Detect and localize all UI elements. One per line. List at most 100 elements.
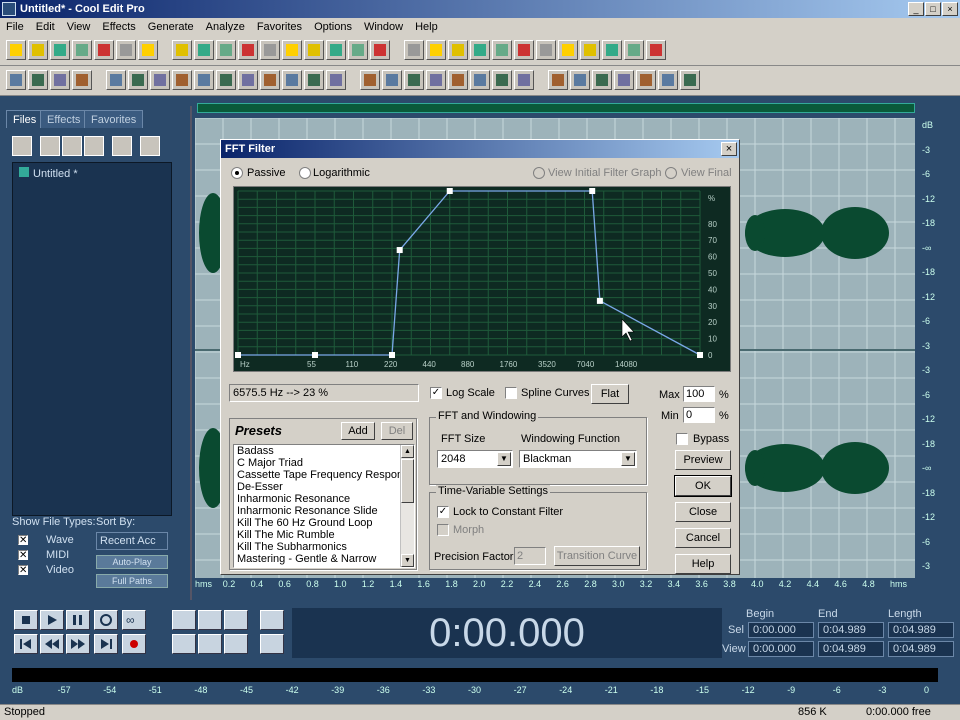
select-icon[interactable] [426, 40, 446, 60]
delete-preset-button[interactable]: Del [381, 422, 413, 440]
zoom-to-left-icon[interactable] [172, 634, 196, 654]
overview-bar[interactable] [197, 103, 915, 113]
reverb-icon[interactable] [150, 70, 170, 90]
help-button[interactable]: Help [675, 554, 731, 574]
properties-icon[interactable] [536, 40, 556, 60]
help-icon[interactable] [580, 40, 600, 60]
close-file-icon[interactable] [40, 136, 60, 156]
insert-icon[interactable] [348, 40, 368, 60]
click-icon[interactable] [592, 70, 612, 90]
redo-icon[interactable] [172, 40, 192, 60]
mix-paste-icon[interactable] [260, 40, 280, 60]
menu-view[interactable]: View [61, 18, 97, 36]
chevron-down-icon[interactable]: ▼ [621, 452, 635, 466]
lock-constant-checkbox[interactable]: ✓ [437, 506, 449, 518]
sort-by-select[interactable]: Recent Acc [96, 532, 168, 550]
scroll-icon[interactable] [492, 40, 512, 60]
preset-item[interactable]: Kill The 60 Hz Ground Loop [234, 517, 414, 529]
snap-icon[interactable] [514, 40, 534, 60]
zoom-out-horizontal-icon[interactable] [198, 610, 222, 630]
go-to-start-button[interactable] [14, 634, 38, 654]
loop-icon[interactable] [470, 40, 490, 60]
insert-icon[interactable] [62, 136, 82, 156]
app-icon[interactable] [2, 2, 16, 16]
close-button[interactable]: Close [675, 502, 731, 522]
transition-curve-button[interactable]: Transition Curve [554, 546, 640, 566]
type-midi-checkbox[interactable]: ✕ [18, 550, 28, 561]
clip-icon[interactable] [326, 40, 346, 60]
play-button[interactable] [40, 610, 64, 630]
stretch-icon[interactable] [238, 70, 258, 90]
tab-effects[interactable]: Effects [40, 110, 88, 128]
zoom-view-icon[interactable] [646, 40, 666, 60]
filter-control-point[interactable] [446, 188, 453, 194]
open-file-icon[interactable] [12, 136, 32, 156]
fast-forward-button[interactable] [66, 634, 90, 654]
flanger-icon[interactable] [172, 70, 192, 90]
preset-item[interactable]: De-Esser [234, 481, 414, 493]
sel-length-field[interactable]: 0:04.989 [888, 622, 954, 638]
view-final-radio[interactable] [665, 167, 677, 179]
scroll-thumb[interactable] [401, 459, 414, 503]
clip-restore-icon[interactable] [614, 70, 634, 90]
menu-analyze[interactable]: Analyze [200, 18, 251, 36]
menu-edit[interactable]: Edit [30, 18, 61, 36]
rewind-button[interactable] [40, 634, 64, 654]
options-icon[interactable] [112, 136, 132, 156]
stop-button[interactable] [14, 610, 38, 630]
filter-graph[interactable]: % 80 70 60 50 40 30 20 10 0 Hz 55 110 220 440 880 1760 35… [233, 186, 731, 372]
preset-item[interactable]: Mastering - Gentle & Narrow [234, 553, 414, 565]
zoom-to-right-icon[interactable] [198, 634, 222, 654]
cancel-button[interactable]: Cancel [675, 528, 731, 548]
record-button[interactable] [122, 634, 146, 654]
view-begin-field[interactable]: 0:00.000 [748, 641, 814, 657]
help-icon[interactable] [140, 136, 160, 156]
delete-icon[interactable] [304, 40, 324, 60]
invert-icon[interactable] [260, 70, 280, 90]
play-to-end-button[interactable] [94, 610, 118, 630]
script-icon[interactable] [680, 70, 700, 90]
menu-options[interactable]: Options [308, 18, 358, 36]
minimize-button[interactable]: _ [908, 2, 924, 16]
pan-icon[interactable] [72, 70, 92, 90]
print-icon[interactable] [116, 40, 136, 60]
view-initial-radio[interactable] [533, 167, 545, 179]
filter-control-point[interactable] [312, 352, 318, 358]
trim-icon[interactable] [282, 40, 302, 60]
chevron-down-icon[interactable]: ▼ [497, 452, 511, 466]
zoom-icon[interactable] [448, 40, 468, 60]
scroll-up-icon[interactable]: ▲ [401, 445, 414, 458]
delay-icon[interactable] [106, 70, 126, 90]
zoom-out-vertical-icon[interactable] [260, 634, 284, 654]
spline-curves-checkbox[interactable] [505, 387, 517, 399]
pause-button[interactable] [66, 610, 90, 630]
view-length-field[interactable]: 0:04.989 [888, 641, 954, 657]
scroll-down-icon[interactable]: ▼ [401, 554, 414, 567]
add-preset-button[interactable]: Add [341, 422, 375, 440]
gate-icon[interactable] [548, 70, 568, 90]
menu-generate[interactable]: Generate [142, 18, 200, 36]
zoom-full-icon[interactable] [224, 610, 248, 630]
go-to-end-button[interactable] [94, 634, 118, 654]
multitrack-icon[interactable] [602, 40, 622, 60]
preset-item[interactable]: Kill The Subharmonics [234, 541, 414, 553]
filter-control-point[interactable] [589, 188, 596, 194]
menu-effects[interactable]: Effects [96, 18, 141, 36]
cue-icon[interactable] [404, 40, 424, 60]
favorites-icon[interactable] [658, 70, 678, 90]
save-all-icon[interactable] [94, 40, 114, 60]
filter-control-point[interactable] [697, 352, 703, 358]
morph-checkbox[interactable] [437, 524, 449, 536]
tab-favorites[interactable]: Favorites [84, 110, 144, 128]
preset-item[interactable]: Badass [234, 445, 414, 457]
preset-item[interactable]: Cassette Tape Frequency Response [234, 469, 414, 481]
full-paths-button[interactable]: Full Paths [96, 574, 168, 588]
precision-factor-input[interactable]: 2 [514, 547, 546, 565]
dynamics-icon[interactable] [470, 70, 490, 90]
silence-icon[interactable] [304, 70, 324, 90]
view-end-field[interactable]: 0:04.989 [818, 641, 884, 657]
max-input[interactable]: 100 [683, 386, 715, 402]
filter-control-point[interactable] [596, 297, 603, 304]
copy-icon[interactable] [216, 40, 236, 60]
preset-item[interactable]: C Major Triad [234, 457, 414, 469]
